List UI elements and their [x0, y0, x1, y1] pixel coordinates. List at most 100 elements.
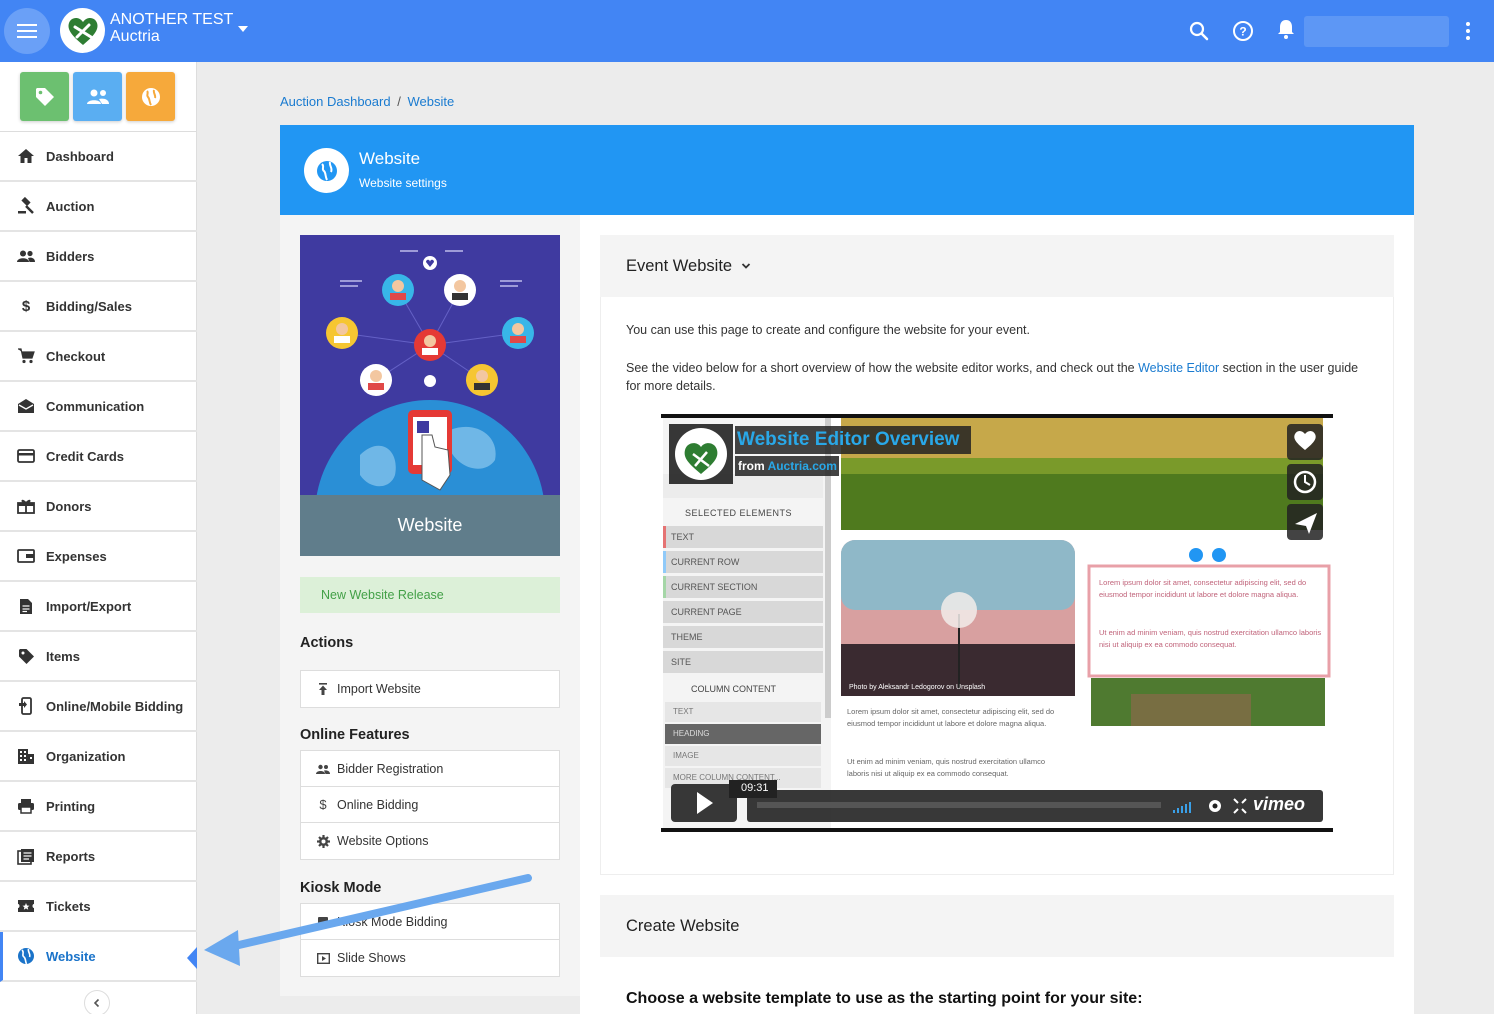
video-duration: 09:31 — [741, 782, 769, 794]
mail-icon — [16, 396, 36, 416]
sidebar-item-label: Reports — [46, 848, 96, 864]
create-website-header[interactable]: Create Website — [600, 895, 1394, 957]
org-dropdown-caret-icon[interactable] — [238, 26, 248, 32]
column-content-item: TEXT — [673, 707, 694, 716]
svg-text:?: ? — [1239, 25, 1246, 39]
menu-icon — [17, 24, 37, 38]
sidebar-item-credit-cards[interactable]: Credit Cards — [0, 432, 197, 482]
header-icon — [304, 148, 349, 193]
org-logo[interactable] — [60, 8, 105, 53]
editor-panel-item: CURRENT PAGE — [671, 607, 742, 617]
sidebar-item-label: Auction — [46, 198, 95, 214]
building-icon — [16, 746, 36, 766]
import-website-label: Import Website — [337, 682, 421, 696]
pink-box-text-1: Lorem ipsum dolor sit amet, consectetur … — [1099, 578, 1307, 599]
quick-link-items[interactable] — [20, 72, 69, 121]
video-paragraph: See the video below for a short overview… — [626, 359, 1366, 395]
column-content-item: HEADING — [673, 729, 710, 738]
reports-icon — [16, 846, 36, 866]
vimeo-logo[interactable]: vimeo — [1253, 794, 1305, 815]
editor-panel-item: CURRENT ROW — [671, 557, 740, 567]
people-icon — [16, 246, 36, 266]
sidebar-item-label: Donors — [46, 498, 92, 514]
org-name[interactable]: ANOTHER TEST Auctria — [110, 11, 233, 45]
editor-panel-item: SITE — [671, 657, 692, 667]
video-title: Website Editor Overview — [737, 429, 960, 450]
import-website-button[interactable]: Import Website — [301, 671, 559, 707]
sidebar-item-bidders[interactable]: Bidders — [0, 232, 197, 282]
sidebar-item-auction[interactable]: Auction — [0, 182, 197, 232]
online-bidding-link[interactable]: $ Online Bidding — [301, 787, 559, 823]
gear-icon — [316, 834, 330, 848]
bidder-registration-label: Bidder Registration — [337, 761, 444, 776]
cart-icon — [16, 346, 36, 366]
sidebar-item-label: Items — [46, 648, 80, 664]
editor-panel-items: TEXT CURRENT ROW CURRENT SECTION CURRENT PA… — [671, 532, 757, 682]
editor-panel-item: CURRENT SECTION — [671, 582, 758, 592]
website-illustration — [300, 235, 560, 556]
more-vert-icon[interactable] — [1460, 19, 1476, 43]
sidebar-item-dashboard[interactable]: Dashboard — [0, 132, 197, 182]
gift-icon — [16, 496, 36, 516]
website-options-link[interactable]: Website Options — [301, 823, 559, 859]
video-from-label: from — [738, 459, 765, 473]
sidebar-item-label: Communication — [46, 398, 145, 414]
top-bar: ANOTHER TEST Auctria ? — [0, 0, 1494, 62]
sidebar-item-checkout[interactable]: Checkout — [0, 332, 197, 382]
page-header: Website Website settings — [280, 125, 1414, 215]
sidebar-item-tickets[interactable]: Tickets — [0, 882, 197, 932]
new-release-banner[interactable]: New Website Release — [300, 577, 560, 613]
ticket-icon — [16, 896, 36, 916]
sidebar-item-online-mobile-bidding[interactable]: Online/Mobile Bidding — [0, 682, 197, 732]
body-text-2: Ut enim ad minim veniam, quis nostrud ex… — [847, 757, 1045, 778]
sidebar-item-expenses[interactable]: Expenses — [0, 532, 197, 582]
sidebar-item-website[interactable]: Website — [0, 932, 197, 982]
intro-paragraph: You can use this page to create and conf… — [626, 323, 1030, 337]
page-subtitle: Website settings — [359, 176, 447, 190]
website-editor-link[interactable]: Website Editor — [1138, 361, 1219, 375]
promo-label: Website — [300, 495, 560, 556]
sidebar-item-donors[interactable]: Donors — [0, 482, 197, 532]
document-icon — [16, 596, 36, 616]
column-content-header: COLUMN CONTENT — [691, 684, 776, 694]
sidebar-item-label: Tickets — [46, 898, 91, 914]
mobile-icon — [16, 696, 36, 716]
video-player[interactable]: Website Editor Overview from Auctria.com… — [661, 414, 1333, 832]
tag-icon — [35, 87, 54, 106]
sidebar-item-import-export[interactable]: Import/Export — [0, 582, 197, 632]
video-paragraph-text-1: See the video below for a short overview… — [626, 361, 1139, 375]
people-icon — [316, 762, 330, 776]
sidebar-item-label: Bidders — [46, 248, 95, 264]
sidebar-item-reports[interactable]: Reports — [0, 832, 197, 882]
sidebar-item-items[interactable]: Items — [0, 632, 197, 682]
breadcrumb-current-link[interactable]: Website — [407, 94, 454, 109]
quick-link-bidders[interactable] — [73, 72, 122, 121]
online-features-title: Online Features — [300, 727, 410, 743]
breadcrumb-separator: / — [397, 94, 401, 109]
dollar-icon: $ — [21, 297, 31, 315]
menu-button[interactable] — [4, 8, 50, 54]
tag-icon — [16, 646, 36, 666]
search-button[interactable] — [1187, 19, 1211, 43]
help-button[interactable]: ? — [1231, 19, 1255, 43]
video-from-link[interactable]: Auctria.com — [768, 459, 837, 473]
website-promo-card[interactable]: Website — [300, 235, 560, 556]
event-website-header[interactable]: Event Website — [600, 235, 1394, 297]
search-icon — [1189, 21, 1209, 41]
body-text-1: Lorem ipsum dolor sit amet, consectetur … — [847, 707, 1055, 728]
notifications-button[interactable] — [1274, 17, 1298, 41]
bidder-registration-link[interactable]: Bidder Registration — [301, 751, 559, 787]
breadcrumb-root-link[interactable]: Auction Dashboard — [280, 94, 391, 109]
sidebar-item-bidding-sales[interactable]: $ Bidding/Sales — [0, 282, 197, 332]
org-title: ANOTHER TEST — [110, 11, 234, 28]
collapse-sidebar-button[interactable] — [84, 990, 110, 1014]
online-bidding-label: Online Bidding — [337, 797, 419, 812]
actions-title: Actions — [300, 635, 354, 651]
sidebar-item-organization[interactable]: Organization — [0, 732, 197, 782]
column-content-item: IMAGE — [673, 751, 699, 760]
chevron-down-icon — [741, 263, 751, 269]
sidebar-item-printing[interactable]: Printing — [0, 782, 197, 832]
quick-link-website[interactable] — [126, 72, 175, 121]
sidebar-item-communication[interactable]: Communication — [0, 382, 197, 432]
user-menu[interactable] — [1304, 16, 1449, 47]
